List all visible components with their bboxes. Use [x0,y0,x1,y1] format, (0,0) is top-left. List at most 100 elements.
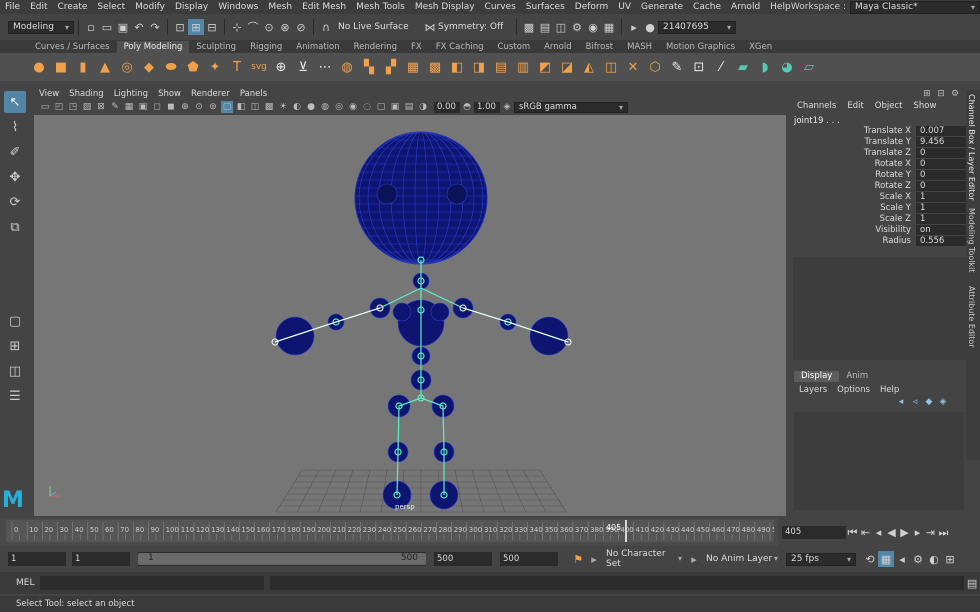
step-back-frame-icon[interactable]: ◂ [872,524,885,540]
channel-value[interactable]: 0 [916,148,966,158]
step-forward-key-icon[interactable]: ⇥ [924,524,937,540]
channel-row[interactable]: Translate X 0.007 [791,126,966,137]
tab-modeling-toolkit[interactable]: Modeling Toolkit [967,208,976,272]
channel-row[interactable]: Visibility on [791,225,966,236]
viewport-menu-shading[interactable]: Shading [64,89,109,99]
tab-display[interactable]: Display [794,371,840,382]
reduce-icon[interactable]: ◧ [448,58,466,76]
select-component-icon[interactable]: ⊟ [204,19,220,35]
tab-attribute-editor[interactable]: Attribute Editor [967,286,976,348]
cmd-language-label[interactable]: MEL [0,578,36,588]
insert-edge-loop-icon[interactable]: ◫ [602,58,620,76]
channel-row[interactable]: Scale X 1 [791,192,966,203]
render-sequence-icon[interactable]: ▤ [537,19,553,35]
outliner-layout-icon[interactable]: ☰ [4,385,26,407]
channel-row[interactable]: Translate Z 0 [791,148,966,159]
scale-tool-icon[interactable]: ⧉ [4,216,26,238]
menu-mesh-display[interactable]: Mesh Display [410,2,480,12]
four-pane-layout-icon[interactable]: ⊞ [4,335,26,357]
target-weld-icon[interactable]: ⬡ [646,58,664,76]
new-scene-icon[interactable]: ▫ [83,19,99,35]
xray-joints-icon[interactable]: ▣ [389,101,401,113]
command-input[interactable] [39,576,264,590]
move-layer-up-icon[interactable]: ◂ [895,396,907,408]
channel-value[interactable]: 0 [916,159,966,169]
body-spheres[interactable] [275,272,569,510]
poly-cylinder-icon[interactable]: ▮ [74,58,92,76]
fill-hole-icon[interactable]: ▩ [426,58,444,76]
save-scene-icon[interactable]: ▣ [115,19,131,35]
bridge-icon[interactable]: ◪ [558,58,576,76]
hypershade-icon[interactable]: ◉ [585,19,601,35]
shelf-tab-rendering[interactable]: Rendering [347,41,404,53]
step-back-key-icon[interactable]: ⇤ [859,524,872,540]
viewport-menu-lighting[interactable]: Lighting [109,89,153,99]
gate-mask-icon[interactable]: ◼ [165,101,177,113]
selected-object-name[interactable]: joint19 . . . [794,116,840,126]
menu-cache[interactable]: Cache [688,2,726,12]
poly-separate-icon[interactable]: ⋯ [316,58,334,76]
channel-row[interactable]: Rotate Y 0 [791,170,966,181]
paint-select-tool-icon[interactable]: ✐ [4,141,26,163]
playback-options-icon[interactable]: ◐ [926,551,942,567]
grid-icon[interactable]: ▦ [123,101,135,113]
super-shape-icon[interactable]: ✦ [206,58,224,76]
channel-row[interactable]: Rotate X 0 [791,159,966,170]
animation-prefs-icon[interactable]: ⚙ [910,551,926,567]
2d-pan-icon[interactable]: ⊠ [95,101,107,113]
viewport-menu-show[interactable]: Show [153,89,186,99]
shelf-tab-sculpting[interactable]: Sculpting [189,41,243,53]
color-management-icon[interactable]: ◈ [501,101,513,113]
channel-value[interactable]: 0.556 [916,236,966,246]
render-frame-icon[interactable]: ▩ [521,19,537,35]
time-slider[interactable]: 0 10 20 30 40 50 60 70 80 90 100 110 120 130 140 150 160… [6,520,785,542]
new-layer-icon[interactable]: ◆ [923,396,935,408]
undo-icon[interactable]: ↶ [131,19,147,35]
snap-point-icon[interactable]: ⊙ [261,19,277,35]
poly-cone-icon[interactable]: ▲ [96,58,114,76]
boolean-diff-icon[interactable]: ▞ [382,58,400,76]
arnold-render-icon[interactable]: ▦ [601,19,617,35]
move-tool-icon[interactable]: ✥ [4,166,26,188]
menu-edit[interactable]: Edit [25,2,52,12]
anti-alias-icon[interactable]: ◎ [333,101,345,113]
select-tool-icon[interactable]: ↖ [4,91,26,113]
tool-settings-icon[interactable]: ⚙ [949,88,961,100]
depth-of-field-icon[interactable]: ◉ [347,101,359,113]
textured-icon[interactable]: ▩ [263,101,275,113]
grease-pencil-icon[interactable]: ✎ [109,101,121,113]
motion-blur-icon[interactable]: ◍ [319,101,331,113]
menu-display[interactable]: Display [170,2,213,12]
platonic-solid-icon[interactable]: ⬟ [184,58,202,76]
viewport-menu-panels[interactable]: Panels [235,89,272,99]
viewport-menu-renderer[interactable]: Renderer [186,89,235,99]
magnet-icon[interactable]: ∩ [318,19,334,35]
snap-grid-icon[interactable]: ⊹ [229,19,245,35]
shelf-tab-arnold[interactable]: Arnold [537,41,579,53]
loop-icon[interactable]: ⟲ [862,551,878,567]
select-hierarchy-icon[interactable]: ⊡ [172,19,188,35]
menu-surfaces[interactable]: Surfaces [521,2,570,12]
multi-cut-icon[interactable]: ✕ [624,58,642,76]
snap-view-icon[interactable]: ⊗ [277,19,293,35]
menuset-dropdown[interactable]: Modeling ▾ [8,20,74,34]
viewport-persp[interactable] [34,115,786,516]
play-forwards-icon[interactable]: ▶ [898,524,911,540]
tab-channel-box-layer-editor[interactable]: Channel Box / Layer Editor [967,94,976,201]
playback-end-field[interactable]: 500 [434,552,492,566]
menu-mesh[interactable]: Mesh [263,2,297,12]
channel-menu-object[interactable]: Object [875,101,903,111]
extract-icon[interactable]: ▤ [492,58,510,76]
menu-file[interactable]: File [0,2,25,12]
current-time-marker[interactable] [624,520,627,542]
symmetry-label[interactable]: Symmetry: Off [438,22,512,32]
camera-select-icon[interactable]: ▭ [39,101,51,113]
poly-plane-icon[interactable]: ◆ [140,58,158,76]
channel-value[interactable]: 1 [916,203,966,213]
xray-components-icon[interactable]: ▤ [403,101,415,113]
single-pane-layout-icon[interactable]: ▢ [4,310,26,332]
channel-box-icon[interactable]: ⊞ [921,88,933,100]
menu-uv[interactable]: UV [613,2,636,12]
poly-text-icon[interactable]: T [228,58,246,76]
channel-menu-show[interactable]: Show [913,101,936,111]
